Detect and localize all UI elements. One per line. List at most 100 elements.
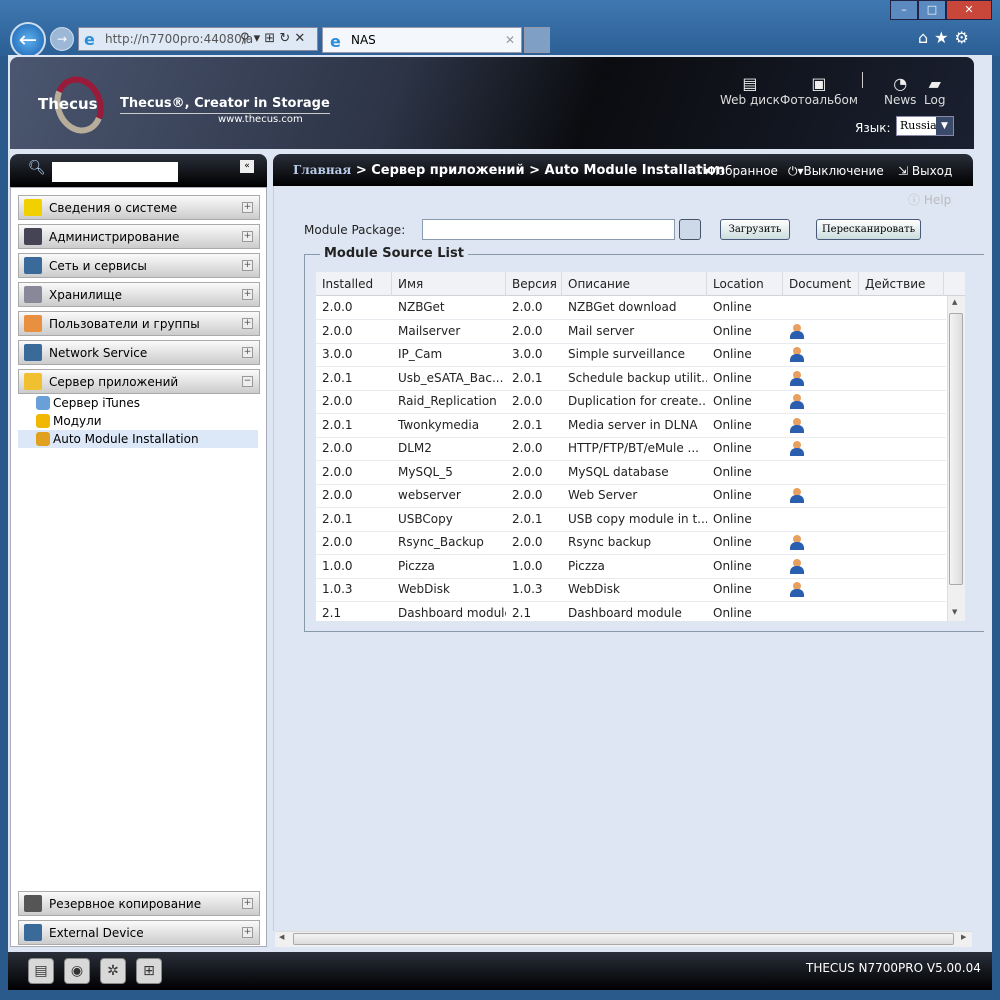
column-header[interactable]: Location [707, 272, 783, 296]
section-icon [24, 373, 42, 390]
logout-button[interactable]: ⇲ Выход [898, 164, 952, 178]
scroll-up-icon[interactable]: ▲ [952, 298, 957, 306]
document-user-icon[interactable] [790, 558, 804, 574]
close-tab-icon[interactable]: ✕ [505, 28, 515, 52]
close-window-button[interactable]: ✕ [946, 0, 992, 20]
sidebar-search-input[interactable] [52, 162, 178, 182]
column-header[interactable]: Описание [562, 272, 707, 296]
sidebar-section[interactable]: Резервное копирование + [18, 891, 260, 916]
sidebar-section[interactable]: Пользователи и группы + [18, 311, 260, 336]
network-icon[interactable]: ⊞ [136, 958, 162, 984]
rescan-button[interactable]: Пересканировать [816, 219, 921, 240]
column-header[interactable]: Installed [316, 272, 392, 296]
cell-version: 2.0.0 [512, 464, 543, 479]
cell-location: Online [713, 605, 752, 620]
table-row[interactable]: 2.0.0 Rsync_Backup 2.0.0 Rsync backup Online [316, 531, 946, 555]
table-row[interactable]: 2.1 Dashboard module 2.1 Dashboard module On… [316, 602, 946, 622]
sidebar-section[interactable]: Сведения о системе + [18, 195, 260, 220]
column-header[interactable]: Версия [506, 272, 562, 296]
document-user-icon[interactable] [790, 417, 804, 433]
sidebar-section[interactable]: Network Service + [18, 340, 260, 365]
sidebar-section[interactable]: Хранилище + [18, 282, 260, 307]
table-row[interactable]: 1.0.3 WebDisk 1.0.3 WebDisk Online [316, 578, 946, 602]
column-header[interactable]: Имя [392, 272, 506, 296]
sidebar-section[interactable]: Администрирование + [18, 224, 260, 249]
favorites-menu[interactable]: ♡▾Избранное [693, 164, 778, 178]
icon-body [790, 448, 804, 456]
vertical-scroll-thumb[interactable] [949, 313, 963, 585]
shutdown-menu[interactable]: ⏻▾Выключение [788, 164, 884, 179]
table-row[interactable]: 2.0.0 Raid_Replication 2.0.0 Duplication fo… [316, 390, 946, 414]
forward-button[interactable]: → [50, 27, 74, 51]
table-row[interactable]: 2.0.0 NZBGet 2.0.0 NZBGet download Online [316, 296, 946, 320]
breadcrumb-home[interactable]: Главная [293, 163, 351, 177]
sidebar-subitem[interactable]: Auto Module Installation [18, 430, 258, 448]
expand-toggle-icon[interactable]: + [242, 927, 253, 938]
table-row[interactable]: 2.0.1 USBCopy 2.0.1 USB copy module in t...… [316, 508, 946, 532]
address-tools-icons[interactable]: ⚲ ▾ ⊞ ↻ ✕ [240, 31, 305, 46]
module-package-input[interactable] [422, 219, 675, 240]
expand-toggle-icon[interactable]: + [242, 289, 253, 300]
expand-toggle-icon[interactable]: + [242, 231, 253, 242]
sidebar-subitem[interactable]: Модули [18, 412, 258, 430]
table-row[interactable]: 2.0.0 Mailserver 2.0.0 Mail server Online [316, 320, 946, 344]
maximize-button[interactable]: □ [918, 0, 946, 20]
document-user-icon[interactable] [790, 370, 804, 386]
expand-toggle-icon[interactable]: + [242, 318, 253, 329]
table-row[interactable]: 2.0.1 Usb_eSATA_Bac... 2.0.1 Schedule backu… [316, 367, 946, 391]
table-row[interactable]: 3.0.0 IP_Cam 3.0.0 Simple surveillance Onlin… [316, 343, 946, 367]
horizontal-scroll-thumb[interactable] [293, 933, 954, 945]
section-label: Администрирование [49, 230, 180, 244]
browse-file-button[interactable] [679, 219, 701, 240]
scroll-right-icon[interactable]: ▶ [961, 933, 966, 941]
home-star-gear-icons[interactable]: ⌂★⚙ [918, 28, 975, 47]
server-icon[interactable]: ▤ [28, 958, 54, 984]
table-row[interactable]: 2.0.1 Twonkymedia 2.0.1 Media server in DLN… [316, 414, 946, 438]
logout-label: Выход [911, 164, 953, 178]
upload-button[interactable]: Загрузить [720, 219, 790, 240]
expand-toggle-icon[interactable]: + [242, 347, 253, 358]
scroll-left-icon[interactable]: ◀ [279, 933, 284, 941]
document-user-icon[interactable] [790, 347, 804, 362]
language-value: Russia [900, 119, 937, 132]
document-user-icon[interactable] [790, 582, 804, 597]
table-row[interactable]: 1.0.0 Piczza 1.0.0 Piczza Online [316, 555, 946, 579]
news-link[interactable]: ◔ News [884, 74, 916, 107]
column-header[interactable]: Действие [859, 272, 944, 296]
log-link[interactable]: ▰ Log [924, 74, 945, 107]
sidebar-subitem[interactable]: Сервер iTunes [18, 394, 258, 412]
expand-toggle-icon[interactable]: + [242, 260, 253, 271]
fan-icon[interactable]: ✲ [100, 958, 126, 984]
cell-version: 2.0.0 [512, 323, 543, 338]
web-disk-link[interactable]: ▤ Web диск [720, 74, 780, 107]
minimize-button[interactable]: – [890, 0, 918, 20]
table-row[interactable]: 2.0.0 DLM2 2.0.0 HTTP/FTP/BT/eMule ... Onlin… [316, 437, 946, 461]
tab-nas[interactable]: e NAS ✕ [322, 27, 522, 53]
icon-body [790, 377, 804, 386]
expand-toggle-icon[interactable]: + [242, 202, 253, 213]
table-row[interactable]: 2.0.0 MySQL_5 2.0.0 MySQL database Online [316, 461, 946, 485]
back-button[interactable]: ← [10, 22, 46, 58]
cell-desc: Schedule backup utilit... [568, 370, 707, 385]
cell-location: Online [713, 535, 752, 549]
cell-location: Online [713, 464, 752, 479]
document-user-icon[interactable] [790, 394, 804, 409]
document-user-icon[interactable] [790, 535, 804, 550]
sidebar-section[interactable]: Сервер приложений − [18, 369, 260, 394]
document-user-icon[interactable] [790, 323, 804, 339]
column-header[interactable]: Document [783, 272, 859, 296]
new-tab-button[interactable] [524, 27, 550, 53]
document-user-icon[interactable] [790, 441, 804, 456]
photo-album-link[interactable]: ▣ Фотоальбом [780, 74, 858, 107]
expand-toggle-icon[interactable]: − [242, 376, 253, 387]
document-user-icon[interactable] [790, 488, 804, 503]
help-link[interactable]: ⓘ Help [908, 191, 951, 208]
sidebar-section[interactable]: External Device + [18, 920, 260, 945]
sidebar-section[interactable]: Сеть и сервисы + [18, 253, 260, 278]
scroll-down-icon[interactable]: ▼ [952, 608, 957, 616]
table-row[interactable]: 2.0.0 webserver 2.0.0 Web Server Online [316, 484, 946, 508]
expand-toggle-icon[interactable]: + [242, 898, 253, 909]
disk-icon[interactable]: ◉ [64, 958, 90, 984]
language-select[interactable]: Russia ▼ [896, 116, 954, 136]
collapse-sidebar-button[interactable]: « [240, 160, 254, 173]
